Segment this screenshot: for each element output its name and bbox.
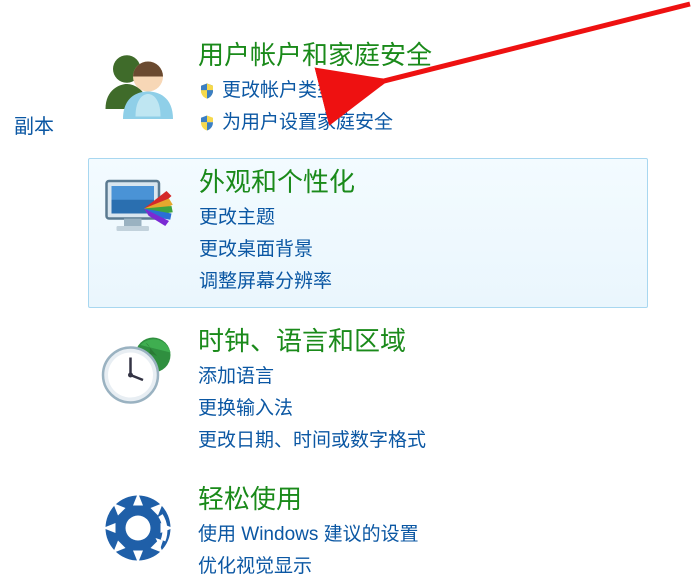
category-title-clock[interactable]: 时钟、语言和区域 bbox=[198, 324, 648, 358]
appearance-icon bbox=[99, 171, 179, 251]
link-change-ime[interactable]: 更换输入法 bbox=[198, 394, 648, 424]
link-change-wallpaper[interactable]: 更改桌面背景 bbox=[199, 235, 647, 265]
side-copy-label[interactable]: 副本 bbox=[14, 110, 54, 139]
link-label: 为用户设置家庭安全 bbox=[222, 108, 393, 138]
category-title-appearance[interactable]: 外观和个性化 bbox=[199, 165, 647, 199]
shield-icon bbox=[198, 82, 216, 100]
user-accounts-icon bbox=[98, 44, 178, 124]
category-title-user-accounts[interactable]: 用户帐户和家庭安全 bbox=[198, 38, 648, 72]
category-clock-lang-region: 时钟、语言和区域 添加语言 更换输入法 更改日期、时间或数字格式 bbox=[88, 318, 648, 466]
link-label: 更改桌面背景 bbox=[199, 235, 313, 265]
link-label: 添加语言 bbox=[198, 362, 274, 392]
link-label: 更改帐户类型 bbox=[222, 76, 336, 106]
category-title-ease-of-access[interactable]: 轻松使用 bbox=[198, 482, 648, 516]
link-label: 使用 Windows 建议的设置 bbox=[198, 520, 419, 550]
link-change-account-type[interactable]: 更改帐户类型 bbox=[198, 76, 648, 106]
category-user-accounts: 用户帐户和家庭安全 bbox=[88, 32, 648, 148]
link-use-recommended-settings[interactable]: 使用 Windows 建议的设置 bbox=[198, 520, 648, 550]
link-adjust-resolution[interactable]: 调整屏幕分辨率 bbox=[199, 267, 647, 297]
link-label: 调整屏幕分辨率 bbox=[199, 267, 332, 297]
ease-of-access-icon bbox=[98, 488, 178, 568]
link-family-safety[interactable]: 为用户设置家庭安全 bbox=[198, 108, 648, 138]
link-change-theme[interactable]: 更改主题 bbox=[199, 203, 647, 233]
clock-icon bbox=[98, 330, 178, 410]
categories-panel: 用户帐户和家庭安全 bbox=[88, 32, 648, 581]
category-ease-of-access: 轻松使用 使用 Windows 建议的设置 优化视觉显示 bbox=[88, 476, 648, 581]
link-label: 更换输入法 bbox=[198, 394, 293, 424]
link-label: 更改日期、时间或数字格式 bbox=[198, 426, 426, 456]
link-label: 优化视觉显示 bbox=[198, 552, 312, 581]
link-optimize-visual-display[interactable]: 优化视觉显示 bbox=[198, 552, 648, 581]
link-label: 更改主题 bbox=[199, 203, 275, 233]
shield-icon bbox=[198, 114, 216, 132]
link-add-language[interactable]: 添加语言 bbox=[198, 362, 648, 392]
category-appearance: 外观和个性化 更改主题 更改桌面背景 调整屏幕分辨率 bbox=[88, 158, 648, 308]
link-change-datetime-format[interactable]: 更改日期、时间或数字格式 bbox=[198, 426, 648, 456]
